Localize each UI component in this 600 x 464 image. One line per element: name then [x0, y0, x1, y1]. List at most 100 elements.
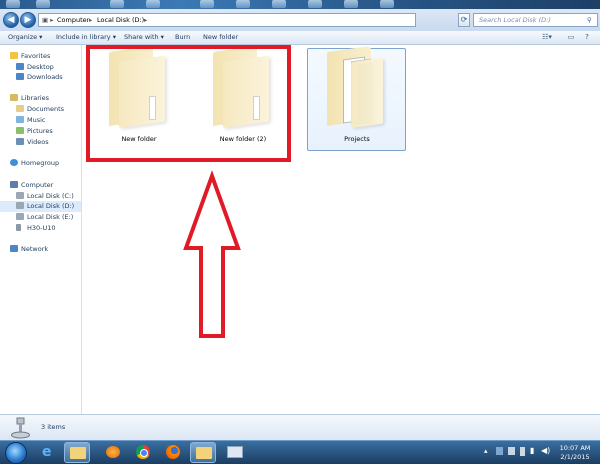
drive-icon	[11, 417, 30, 439]
explorer-taskbar-button[interactable]	[64, 442, 90, 463]
folder-label: Projects	[344, 135, 370, 143]
show-hidden-icons-icon[interactable]: ▴	[484, 447, 488, 455]
desktop-icon	[146, 0, 160, 8]
explorer-window-taskbar-button[interactable]	[190, 442, 216, 463]
clock-time[interactable]: 10:07 AM	[557, 444, 593, 452]
nav-label: Local Disk (D:)	[27, 202, 75, 210]
forward-button[interactable]: ▶	[20, 12, 36, 28]
desktop-icon	[380, 0, 394, 8]
refresh-button[interactable]: ⟳	[458, 13, 470, 27]
desktop-icon	[110, 0, 124, 8]
tray-icon[interactable]	[508, 447, 515, 455]
firefox-taskbar-button[interactable]	[160, 442, 186, 463]
nav-label: Videos	[27, 138, 49, 146]
nav-music[interactable]: Music	[0, 115, 81, 126]
volume-icon[interactable]: ◀)	[541, 446, 550, 455]
desktop-icon	[16, 63, 24, 70]
nav-pictures[interactable]: Pictures	[0, 126, 81, 137]
desktop-icon	[36, 0, 50, 8]
folder-icon	[196, 447, 212, 459]
homegroup-icon	[10, 159, 18, 166]
nav-label: Local Disk (C:)	[27, 192, 74, 200]
chrome-taskbar-button[interactable]	[130, 442, 156, 463]
desktop-background-strip	[0, 0, 600, 9]
status-bar: 3 items	[0, 414, 600, 441]
search-input[interactable]: Search Local Disk (D:) ⚲	[473, 13, 598, 27]
organize-menu[interactable]: Organize ▾	[8, 33, 42, 41]
ie-taskbar-button[interactable]: e	[36, 442, 62, 463]
folder-icon	[70, 447, 86, 459]
desktop-icon	[308, 0, 322, 8]
libraries-icon	[10, 94, 18, 101]
nav-homegroup[interactable]: Homegroup	[0, 158, 81, 169]
star-icon	[10, 52, 18, 59]
nav-label: Music	[27, 116, 46, 124]
drive-icon	[16, 213, 24, 220]
nav-h30-u10[interactable]: H30-U10	[0, 223, 81, 234]
nav-disk-e[interactable]: Local Disk (E:)	[0, 212, 81, 223]
pictures-icon	[16, 127, 24, 134]
breadcrumb-computer[interactable]: Computer	[57, 16, 89, 24]
desktop-icon	[236, 0, 250, 8]
media-player-icon	[106, 446, 120, 458]
view-options-icon[interactable]: ☷▾	[542, 33, 552, 42]
media-player-taskbar-button[interactable]	[100, 442, 126, 463]
videos-icon	[16, 138, 24, 145]
documents-icon	[16, 105, 24, 112]
preview-pane-icon[interactable]: ▭	[566, 33, 576, 42]
drive-icon	[16, 202, 24, 209]
nav-documents[interactable]: Documents	[0, 104, 81, 115]
nav-label: Libraries	[21, 94, 50, 102]
desktop-icon	[272, 0, 286, 8]
drive-icon	[16, 192, 24, 199]
share-with-menu[interactable]: Share with ▾	[124, 33, 164, 41]
search-placeholder: Search Local Disk (D:)	[479, 16, 551, 24]
downloads-icon	[16, 73, 24, 80]
address-box[interactable]: ▣ ▸ Computer ▸ Local Disk (D:) ▸	[38, 13, 416, 27]
tray-icon[interactable]	[496, 447, 503, 455]
nav-label: Network	[21, 245, 49, 253]
nav-computer[interactable]: Computer	[0, 180, 81, 191]
nav-label: Computer	[21, 181, 54, 189]
clock-date[interactable]: 2/1/2015	[557, 453, 593, 461]
folder-projects[interactable]: Projects	[309, 45, 405, 150]
navigation-pane: Favorites Desktop Downloads Libraries Do…	[0, 45, 82, 414]
nav-network[interactable]: Network	[0, 244, 81, 255]
nav-favorites[interactable]: Favorites	[0, 51, 81, 62]
include-in-library-menu[interactable]: Include in library ▾	[56, 33, 116, 41]
new-folder-button[interactable]: New folder	[203, 33, 238, 41]
computer-icon: ▣ ▸	[42, 16, 54, 24]
burn-button[interactable]: Burn	[175, 33, 190, 41]
back-button[interactable]: ◀	[3, 12, 19, 28]
nav-label: Pictures	[27, 127, 53, 135]
address-bar-row: ◀ ▶ ▣ ▸ Computer ▸ Local Disk (D:) ▸ ⟳ S…	[0, 9, 600, 32]
network-icon[interactable]: ▮	[530, 446, 534, 455]
item-count: 3 items	[41, 423, 66, 431]
command-toolbar: Organize ▾ Include in library ▾ Share wi…	[0, 31, 600, 45]
nav-label: Downloads	[27, 73, 63, 81]
nav-disk-d[interactable]: Local Disk (D:)	[0, 201, 81, 212]
taskbar: e ▴ ▮ ◀) 10:07 AM 2/1/2015	[0, 440, 600, 464]
nav-label: Documents	[27, 105, 65, 113]
computer-icon	[10, 181, 18, 188]
breadcrumb-separator-icon: ▸	[89, 16, 93, 24]
breadcrumb-disk-d[interactable]: Local Disk (D:)	[97, 16, 144, 24]
help-icon[interactable]: ?	[582, 33, 592, 42]
nav-label: Local Disk (E:)	[27, 213, 74, 221]
firefox-icon	[166, 445, 180, 459]
arrow-up-annotation-icon	[183, 170, 241, 338]
network-icon	[10, 245, 18, 252]
start-button[interactable]	[5, 442, 27, 464]
music-icon	[16, 116, 24, 123]
nav-videos[interactable]: Videos	[0, 137, 81, 148]
nav-downloads[interactable]: Downloads	[0, 72, 81, 83]
app-taskbar-button[interactable]	[222, 442, 248, 463]
folder-with-documents-icon	[327, 45, 385, 128]
desktop-icon	[344, 0, 358, 8]
nav-libraries[interactable]: Libraries	[0, 93, 81, 104]
battery-icon[interactable]	[520, 447, 525, 456]
search-icon: ⚲	[587, 16, 592, 24]
phone-icon	[16, 224, 21, 231]
desktop-icon	[200, 0, 214, 8]
breadcrumb-separator-icon: ▸	[144, 16, 148, 24]
